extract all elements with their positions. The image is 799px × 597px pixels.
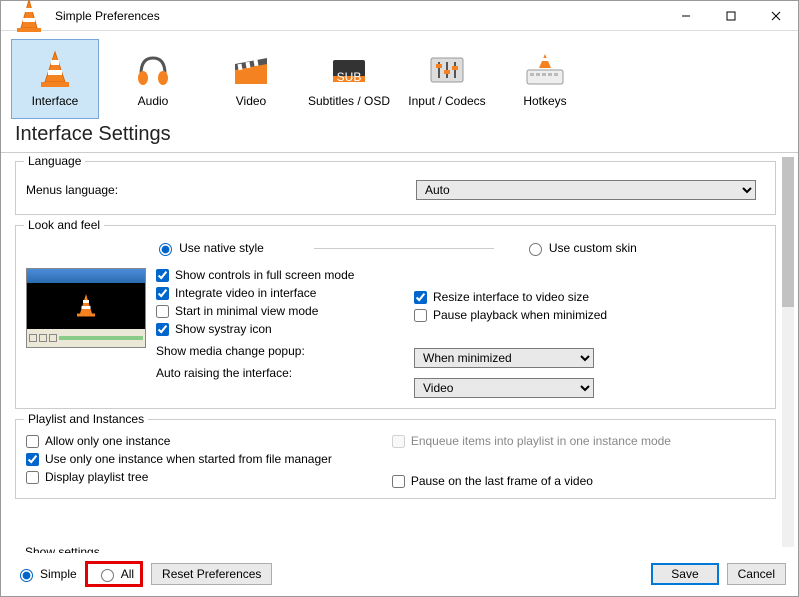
tab-audio-label: Audio xyxy=(138,94,169,108)
svg-text:SUB: SUB xyxy=(337,70,362,84)
media-change-popup-label: Show media change popup: xyxy=(156,344,356,358)
radio-native-input[interactable] xyxy=(159,243,172,256)
vlc-cone-icon xyxy=(9,0,49,36)
group-playlist-instances: Playlist and Instances Allow only one in… xyxy=(15,419,776,499)
close-button[interactable] xyxy=(753,1,798,31)
preference-tabs: Interface Audio Video SUB Subtitles / OS… xyxy=(1,31,798,119)
radio-use-native-style[interactable]: Use native style xyxy=(154,240,264,256)
tab-interface-label: Interface xyxy=(32,94,79,108)
highlight-all-radio: All xyxy=(85,561,143,587)
interface-icon xyxy=(35,50,75,90)
window-title: Simple Preferences xyxy=(55,9,160,23)
reset-preferences-button[interactable]: Reset Preferences xyxy=(151,563,272,585)
group-look-and-feel: Look and feel Use native style Use custo… xyxy=(15,225,776,409)
settings-scroll-area: Language Menus language: Auto Look and f… xyxy=(1,153,798,553)
interface-preview xyxy=(26,268,146,348)
group-playlist-title: Playlist and Instances xyxy=(24,412,148,426)
check-integrate-video[interactable]: Integrate video in interface xyxy=(156,286,356,300)
tab-audio[interactable]: Audio xyxy=(109,39,197,119)
tab-input-codecs[interactable]: Input / Codecs xyxy=(403,39,491,119)
radio-use-custom-skin[interactable]: Use custom skin xyxy=(524,240,637,256)
auto-raising-select[interactable]: Video xyxy=(414,378,594,398)
check-show-controls-fullscreen[interactable]: Show controls in full screen mode xyxy=(156,268,356,282)
radio-custom-label: Use custom skin xyxy=(549,241,637,255)
check-allow-one-instance[interactable]: Allow only one instance xyxy=(26,434,332,448)
hotkeys-icon xyxy=(525,50,565,90)
bottom-bar: Simple All Reset Preferences Save Cancel xyxy=(1,553,798,597)
titlebar: Simple Preferences xyxy=(1,1,798,31)
minimize-button[interactable] xyxy=(663,1,708,31)
cancel-button[interactable]: Cancel xyxy=(727,563,786,585)
check-one-instance-file-manager[interactable]: Use only one instance when started from … xyxy=(26,452,332,466)
check-enqueue-one-instance: Enqueue items into playlist in one insta… xyxy=(392,434,671,448)
tab-subtitles-label: Subtitles / OSD xyxy=(308,94,390,108)
check-resize-to-video[interactable]: Resize interface to video size xyxy=(414,290,607,304)
divider xyxy=(314,248,494,249)
page-title: Interface Settings xyxy=(1,119,798,153)
check-start-minimal[interactable]: Start in minimal view mode xyxy=(156,304,356,318)
tab-hotkeys[interactable]: Hotkeys xyxy=(501,39,589,119)
check-show-systray[interactable]: Show systray icon xyxy=(156,322,356,336)
window-controls xyxy=(663,1,798,31)
menus-language-label: Menus language: xyxy=(26,183,416,197)
media-change-popup-select[interactable]: When minimized xyxy=(414,348,594,368)
radio-custom-input[interactable] xyxy=(529,243,542,256)
group-show-settings-title: Show settings xyxy=(21,545,104,553)
group-language: Language Menus language: Auto xyxy=(15,161,776,215)
tab-video-label: Video xyxy=(236,94,266,108)
tab-hotkeys-label: Hotkeys xyxy=(523,94,566,108)
tab-input-label: Input / Codecs xyxy=(408,94,485,108)
audio-icon xyxy=(133,50,173,90)
group-language-title: Language xyxy=(24,154,85,168)
radio-native-label: Use native style xyxy=(179,241,264,255)
save-button[interactable]: Save xyxy=(651,563,718,585)
scrollbar-thumb[interactable] xyxy=(782,157,794,307)
radio-show-settings-simple[interactable]: Simple xyxy=(15,566,77,582)
tab-video[interactable]: Video xyxy=(207,39,295,119)
check-pause-last-frame[interactable]: Pause on the last frame of a video xyxy=(392,474,671,488)
group-lookfeel-title: Look and feel xyxy=(24,218,104,232)
tab-subtitles[interactable]: SUB Subtitles / OSD xyxy=(305,39,393,119)
maximize-button[interactable] xyxy=(708,1,753,31)
radio-show-settings-all[interactable]: All xyxy=(96,566,134,582)
auto-raising-label: Auto raising the interface: xyxy=(156,366,356,380)
input-codecs-icon xyxy=(427,50,467,90)
check-display-playlist-tree[interactable]: Display playlist tree xyxy=(26,470,332,484)
menus-language-select[interactable]: Auto xyxy=(416,180,756,200)
tab-interface[interactable]: Interface xyxy=(11,39,99,119)
video-icon xyxy=(231,50,271,90)
subtitles-icon: SUB xyxy=(329,50,369,90)
check-pause-minimized[interactable]: Pause playback when minimized xyxy=(414,308,607,322)
